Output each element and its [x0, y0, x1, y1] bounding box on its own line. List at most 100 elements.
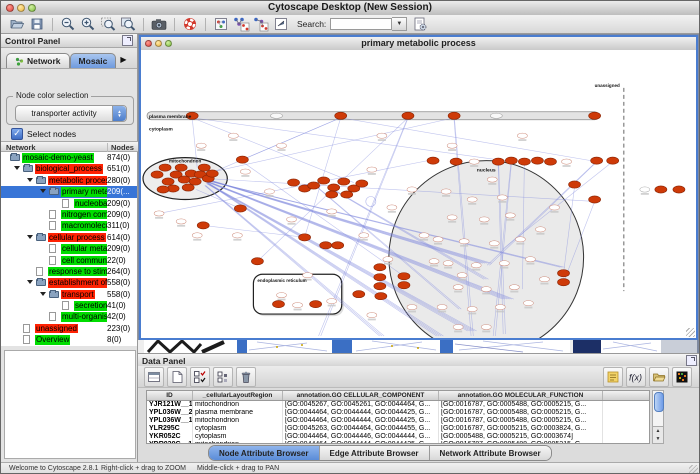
tree-expand-icon[interactable] [40, 292, 46, 296]
zoom-out-icon[interactable] [59, 16, 77, 33]
table-cell[interactable]: YPL036W__1 [147, 417, 193, 425]
tree-row[interactable]: Overview8(0) [1, 334, 137, 345]
table-row[interactable]: YKR052Ccytoplasm[GO:0044464, GO:0044446,… [147, 433, 649, 441]
table-cell[interactable]: mitochondrion [193, 441, 283, 444]
search-settings-icon[interactable] [411, 16, 429, 33]
table-row[interactable]: YJR121W__1mitochondrion[GO:0045267, GO:0… [147, 401, 649, 409]
table-cell[interactable]: YDR039C__1 [147, 441, 193, 444]
window-resize-grip[interactable] [686, 328, 695, 337]
tree-row[interactable]: nitrogen compound209(0) [1, 209, 137, 220]
select-nodes-checkbox[interactable]: ✓ [11, 128, 23, 140]
search-dropdown-button[interactable]: ▼ [392, 17, 407, 31]
network-window-titlebar[interactable]: primary metabolic process [141, 37, 696, 51]
layout-b-icon[interactable] [252, 16, 270, 33]
table-cell[interactable]: plasma membrane [193, 409, 283, 417]
tree-row[interactable]: multi-organism pro42(0) [1, 311, 137, 322]
scrollbar-arrows[interactable]: ▲▼ [653, 426, 663, 443]
annotation-icon[interactable] [272, 16, 290, 33]
tree-row[interactable]: metabolic process280(0) [1, 175, 137, 186]
float-panel-icon[interactable] [686, 355, 697, 366]
birds-eye-view[interactable] [4, 350, 136, 459]
background-window-thumbnail[interactable] [453, 340, 570, 353]
open-folder-icon[interactable] [8, 16, 26, 33]
table-cell[interactable]: [GO:0045263, GO:0044464, GO:0044455, G..… [283, 425, 439, 433]
table-cell[interactable]: [GO:0044464, GO:0044444, GO:0044425, G..… [283, 409, 439, 417]
table-cell[interactable]: [GO:0016787, GO:0005215, GO:0003824, G..… [439, 425, 603, 433]
tree-expand-icon[interactable] [27, 280, 33, 284]
tree-row[interactable]: transport558(0) [1, 289, 137, 300]
delete-attribute-icon[interactable] [236, 367, 256, 387]
table-row[interactable]: YLR295Ccytoplasm[GO:0045263, GO:0044464,… [147, 425, 649, 433]
network-canvas[interactable]: plasma membranecytoplasmmitochondrionnuc… [141, 50, 696, 338]
new-attribute-icon[interactable] [167, 367, 187, 387]
heatmap-icon[interactable] [672, 367, 692, 387]
tree-row[interactable]: mosaic-demo-yeast874(0) [1, 152, 137, 163]
app-resize-grip[interactable] [689, 465, 698, 474]
table-cell[interactable]: [GO:0044464, GO:0044444, GO:0044425, G..… [283, 417, 439, 425]
background-window-thumbnail[interactable] [352, 340, 440, 353]
tree-row[interactable]: biological_process651(0) [1, 163, 137, 174]
background-window-thumbnail[interactable] [247, 340, 332, 353]
node-color-dropdown[interactable]: transporter activity ▲▼ [15, 105, 127, 122]
float-panel-icon[interactable] [122, 35, 133, 46]
table-cell[interactable]: YJR121W__1 [147, 401, 193, 409]
table-row[interactable]: YDR039C__1mitochondrion[GO:0044464, GO:0… [147, 441, 649, 444]
vizmapper-icon[interactable] [212, 16, 230, 33]
table-cell[interactable]: mitochondrion [193, 401, 283, 409]
search-input[interactable] [330, 18, 392, 30]
table-cell[interactable]: YPL036W__2 [147, 409, 193, 417]
table-cell[interactable]: YLR295C [147, 425, 193, 433]
tree-expand-icon[interactable] [27, 178, 33, 182]
tab-network[interactable]: Network [6, 53, 70, 68]
app-titlebar[interactable]: Cytoscape Desktop (New Session) [1, 1, 699, 16]
tab-mosaic[interactable]: Mosaic [70, 53, 117, 68]
tree-row[interactable]: response to stimulu264(0) [1, 266, 137, 277]
tab-scroll-right-icon[interactable]: ▶ [120, 55, 126, 64]
table-row[interactable]: YPL036W__2plasma membrane[GO:0044464, GO… [147, 409, 649, 417]
attribute-matrix-icon[interactable] [213, 367, 233, 387]
background-window-thumbnail[interactable] [573, 340, 601, 353]
attribute-table-icon[interactable] [144, 367, 164, 387]
table-cell[interactable]: cytoplasm [193, 425, 283, 433]
tree-row[interactable]: unassigned223(0) [1, 323, 137, 334]
table-cell[interactable]: [GO:0016787, GO:0005488, GO:0005215, G..… [439, 441, 603, 444]
tree-expand-icon[interactable] [40, 189, 46, 193]
table-cell[interactable]: [GO:0045267, GO:0045261, GO:0044464, G..… [283, 401, 439, 409]
help-lifesaver-icon[interactable] [181, 16, 199, 33]
table-cell[interactable]: [GO:0044464, GO:0044446, GO:0044444, G..… [283, 433, 439, 441]
table-cell[interactable]: [GO:0016787, GO:0005488, GO:0005215, G..… [439, 417, 603, 425]
layout-a-icon[interactable] [232, 16, 250, 33]
tree-row[interactable]: secretion41(0) [1, 300, 137, 311]
tree-row[interactable]: cellular process614(0) [1, 232, 137, 243]
select-attributes-icon[interactable] [190, 367, 210, 387]
table-row[interactable]: YPL036W__1mitochondrion[GO:0044464, GO:0… [147, 417, 649, 425]
table-cell[interactable]: mitochondrion [193, 417, 283, 425]
table-cell[interactable]: [GO:0016787, GO:0005488, GO:0005215, G..… [439, 401, 603, 409]
tab-edge-attribute-browser[interactable]: Edge Attribute Browser [320, 446, 430, 460]
tree-row[interactable]: macromolecule met311(0) [1, 220, 137, 231]
zoom-fit-icon[interactable] [119, 16, 137, 33]
zoom-in-icon[interactable] [79, 16, 97, 33]
scrollbar-thumb[interactable] [654, 392, 664, 412]
table-cell[interactable]: [GO:0005488, GO:0005215, GO:0003674] [439, 433, 603, 441]
save-icon[interactable] [28, 16, 46, 33]
background-window-thumbnail[interactable] [601, 340, 661, 353]
table-cell[interactable]: [GO:0044464, GO:0044444, GO:0044425, G..… [283, 441, 439, 444]
snapshot-camera-icon[interactable] [150, 16, 168, 33]
table-scrollbar[interactable]: ▲▼ [652, 390, 664, 444]
background-window-thumbnail[interactable] [144, 340, 237, 353]
import-attributes-icon[interactable] [649, 367, 669, 387]
zoom-selected-icon[interactable] [99, 16, 117, 33]
tree-row[interactable]: nucleobase-contain209(0) [1, 198, 137, 209]
tree-row[interactable]: establishment of lo558(0) [1, 277, 137, 288]
table-cell[interactable]: cytoplasm [193, 433, 283, 441]
table-cell[interactable]: [GO:0016787, GO:0005488, GO:0005215, G..… [439, 409, 603, 417]
tab-network-attribute-browser[interactable]: Network Attribute Browser [430, 446, 551, 460]
tree-row[interactable]: cell communication22(0) [1, 255, 137, 266]
tree-expand-icon[interactable] [14, 166, 20, 170]
notes-icon[interactable] [603, 367, 623, 387]
tree-expand-icon[interactable] [27, 235, 33, 239]
tab-node-attribute-browser[interactable]: Node Attribute Browser [209, 446, 320, 460]
function-builder-icon[interactable]: f(x) [626, 367, 646, 387]
tree-row[interactable]: primary metabolic pr209(... [1, 186, 137, 197]
